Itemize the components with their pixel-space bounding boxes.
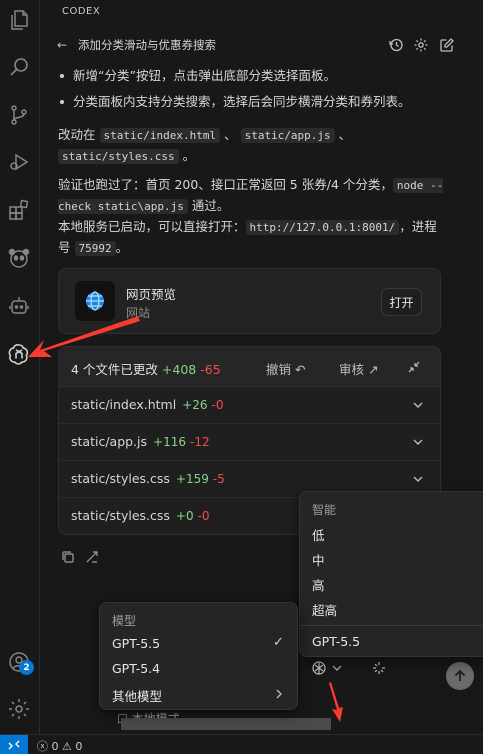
- model-option-gpt-5-5[interactable]: GPT-5.5: [112, 636, 160, 651]
- robot-icon[interactable]: [5, 292, 33, 320]
- thread-title: 添加分类滑动与优惠券搜索: [78, 38, 216, 52]
- openai-codex-icon[interactable]: [5, 340, 33, 368]
- search-icon[interactable]: [5, 53, 33, 81]
- horizontal-scrollbar[interactable]: [121, 718, 331, 730]
- notification-badge: 2: [19, 660, 34, 675]
- changed-files-summary: 4 个文件已更改: [71, 362, 158, 377]
- inline-code: 75992: [74, 241, 116, 256]
- chevron-down-icon[interactable]: [412, 473, 424, 485]
- preview-subtitle: 网站: [126, 306, 151, 320]
- reasoning-selector-icon[interactable]: [312, 660, 344, 676]
- undo-icon: ↶: [295, 362, 306, 377]
- chevron-down-icon[interactable]: [412, 436, 424, 448]
- activity-bar: 2: [0, 0, 40, 734]
- server-url[interactable]: http://127.0.0.1:8001/: [245, 220, 400, 235]
- status-bar: ⓧ 0 ⚠ 0: [0, 734, 483, 754]
- source-control-icon[interactable]: [5, 101, 33, 129]
- thread-header: ← 添加分类滑动与优惠券搜索: [41, 30, 483, 60]
- arrow-up-icon: [454, 669, 466, 681]
- chevron-right-icon: [276, 689, 282, 699]
- file-row[interactable]: static/app.js +116 -12: [59, 424, 440, 461]
- panda-icon[interactable]: [5, 244, 33, 272]
- divider: [300, 625, 483, 626]
- assistant-message: 新增“分类”按钮，点击弹出底部分类选择面板。 分类面板内支持分类搜索，选择后会同…: [58, 66, 448, 259]
- web-preview-card[interactable]: 网页预览 网站 打开: [58, 268, 441, 334]
- reasoning-menu: 智能 低 中 高 超高 ✓ GPT-5.5: [299, 491, 483, 657]
- open-button[interactable]: 打开: [381, 288, 422, 316]
- reasoning-low-option[interactable]: 低: [312, 525, 325, 544]
- history-icon[interactable]: [388, 37, 404, 53]
- sparkle-icon[interactable]: [371, 660, 387, 676]
- settings-icon[interactable]: [413, 37, 429, 53]
- remote-indicator[interactable]: [0, 735, 28, 754]
- reasoning-xhigh-option[interactable]: 超高: [312, 600, 337, 619]
- inline-code: static/styles.css: [58, 149, 179, 164]
- warning-icon: ⚠: [62, 740, 72, 753]
- reasoning-medium-option[interactable]: 中: [312, 550, 325, 569]
- extensions-icon[interactable]: [5, 196, 33, 224]
- globe-icon: [75, 281, 115, 321]
- collapse-icon[interactable]: [408, 361, 420, 373]
- lines-removed: -65: [200, 362, 221, 377]
- remote-icon: [8, 740, 20, 750]
- run-debug-icon[interactable]: [5, 148, 33, 176]
- model-submenu[interactable]: GPT-5.5: [312, 634, 360, 649]
- external-arrow-icon: ↗: [368, 362, 379, 377]
- undo-button[interactable]: 撤销 ↶: [266, 359, 305, 378]
- review-button[interactable]: 审核 ↗: [339, 359, 378, 378]
- other-models-submenu[interactable]: 其他模型: [112, 686, 162, 705]
- inline-code: static/app.js: [240, 128, 335, 143]
- fork-icon[interactable]: [85, 550, 99, 564]
- lines-added: +408: [161, 362, 197, 377]
- checkmark-icon: ✓: [273, 635, 284, 650]
- list-item: 分类面板内支持分类搜索，选择后会同步横滑分类和券列表。: [58, 92, 448, 111]
- copy-icon[interactable]: [61, 550, 75, 564]
- changed-files-line: 改动在 static/index.html 、 static/app.js 、 …: [58, 127, 352, 164]
- changed-files-header: 4 个文件已更改 +408 -65 撤销 ↶ 审核 ↗: [59, 347, 440, 387]
- new-chat-icon[interactable]: [439, 37, 455, 53]
- model-menu-heading: 模型: [112, 614, 137, 628]
- error-icon: ⓧ: [37, 740, 48, 753]
- problems-indicator[interactable]: ⓧ 0 ⚠ 0: [37, 738, 82, 754]
- list-item: 新增“分类”按钮，点击弹出底部分类选择面板。: [58, 66, 448, 85]
- verification-line: 验证也跑过了：首页 200、接口正常返回 5 张券/4 个分类， node --c…: [58, 177, 444, 256]
- reasoning-high-option[interactable]: 高: [312, 575, 325, 594]
- explorer-icon[interactable]: [5, 6, 33, 34]
- panel-title: CODEX: [62, 6, 101, 17]
- file-row[interactable]: static/index.html +26 -0: [59, 387, 440, 424]
- inline-code: static/index.html: [99, 128, 221, 143]
- preview-title: 网页预览: [126, 287, 177, 302]
- send-button[interactable]: [446, 662, 474, 690]
- back-arrow-icon[interactable]: ←: [57, 38, 67, 52]
- model-menu: 模型 GPT-5.5 ✓ GPT-5.4 其他模型: [99, 602, 298, 710]
- settings-gear-icon[interactable]: [5, 695, 33, 723]
- codex-panel: CODEX ← 添加分类滑动与优惠券搜索 新增“分类”按钮，点击弹出底部分类选择…: [41, 0, 483, 734]
- chevron-down-icon[interactable]: [412, 399, 424, 411]
- model-option-gpt-5-4[interactable]: GPT-5.4: [112, 661, 160, 676]
- reasoning-menu-heading: 智能: [312, 503, 337, 517]
